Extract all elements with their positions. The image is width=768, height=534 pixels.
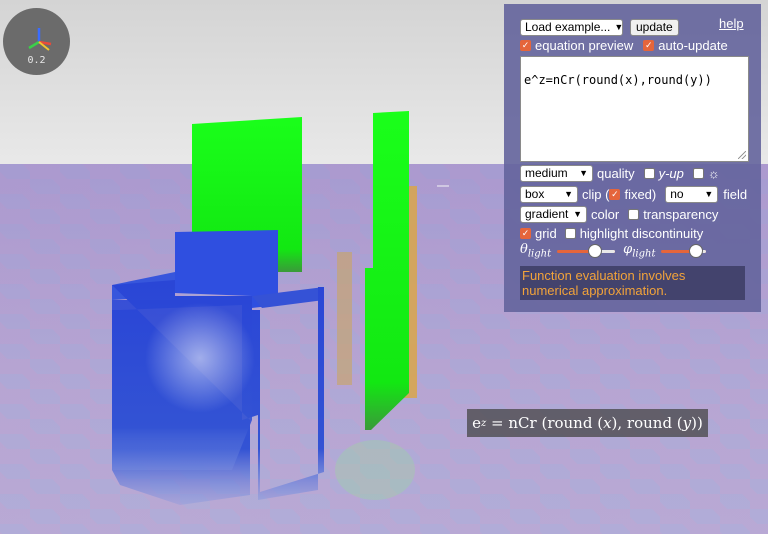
theta-light-slider[interactable]: [557, 244, 616, 258]
chevron-down-icon: ▼: [704, 189, 714, 199]
eq-base: e: [472, 414, 481, 432]
chevron-down-icon: ▼: [573, 209, 582, 219]
clip-select-value: box: [525, 187, 545, 201]
transparency-label: transparency: [643, 206, 719, 222]
phi-light-label: φlight: [623, 242, 656, 260]
axis-gizmo[interactable]: 0.2: [3, 8, 70, 75]
phi-light-slider[interactable]: [661, 244, 707, 258]
clip-label: clip (: [582, 186, 610, 202]
quality-select[interactable]: medium ▼: [520, 164, 593, 182]
eq-mid: ), round (: [611, 414, 683, 432]
eq-x: x: [603, 414, 612, 432]
light-checkbox[interactable]: [692, 167, 704, 179]
auto-update-label: auto-update: [658, 37, 728, 53]
theta-light-label: θlight: [520, 242, 552, 260]
warning-notice: Function evaluation involves numerical a…: [520, 266, 745, 300]
field-select[interactable]: no ▼: [665, 185, 719, 203]
quality-label: quality: [597, 165, 635, 181]
eq-end: )): [691, 414, 703, 432]
equation-preview-label: equation preview: [535, 37, 634, 53]
update-button[interactable]: update: [630, 18, 679, 36]
control-panel: Load example... ▼ update help ✓ equation…: [504, 4, 761, 312]
slider-thumb[interactable]: [588, 244, 603, 258]
color-select-value: gradient: [525, 207, 569, 221]
slider-thumb[interactable]: [689, 244, 704, 258]
discontinuity-label: highlight discontinuity: [579, 225, 704, 241]
color-select[interactable]: gradient ▼: [520, 205, 587, 223]
help-link[interactable]: help: [719, 16, 744, 31]
fixed-checkbox[interactable]: ✓: [609, 188, 621, 200]
y-up-checkbox[interactable]: [643, 167, 655, 179]
quality-select-value: medium: [525, 166, 568, 180]
clip-select[interactable]: box ▼: [520, 185, 578, 203]
field-select-value: no: [670, 187, 684, 201]
equation-preview-overlay: ez = nCr (round (x), round (y)): [467, 409, 708, 437]
eq-rhs: = nCr (round (: [486, 414, 604, 432]
surface-green-slab-right: [365, 111, 409, 430]
resize-grip-icon[interactable]: [738, 151, 746, 159]
equation-editor[interactable]: e^z=nCr(round(x),round(y)): [520, 56, 749, 162]
grid-checkbox[interactable]: ✓: [520, 227, 531, 239]
field-label: field: [723, 186, 748, 202]
fixed-label: fixed): [624, 186, 657, 202]
color-label: color: [591, 206, 620, 222]
equation-text: e^z=nCr(round(x),round(y)): [524, 73, 712, 87]
eq-y: y: [682, 414, 692, 432]
transparency-checkbox[interactable]: [628, 208, 640, 220]
sun-icon: ☼: [707, 165, 720, 181]
example-select[interactable]: Load example... ▼: [520, 18, 624, 36]
y-up-label: y-up: [658, 165, 684, 181]
example-select-value: Load example...: [525, 20, 611, 34]
equation-preview-checkbox[interactable]: ✓: [520, 39, 531, 51]
auto-update-checkbox[interactable]: ✓: [643, 39, 655, 51]
chevron-down-icon: ▼: [564, 189, 573, 199]
grid-label: grid: [535, 225, 557, 241]
discontinuity-checkbox[interactable]: [564, 227, 576, 239]
chevron-down-icon: ▼: [579, 168, 588, 178]
scale-readout: 0.2: [27, 55, 46, 66]
chevron-down-icon: ▼: [614, 22, 624, 32]
